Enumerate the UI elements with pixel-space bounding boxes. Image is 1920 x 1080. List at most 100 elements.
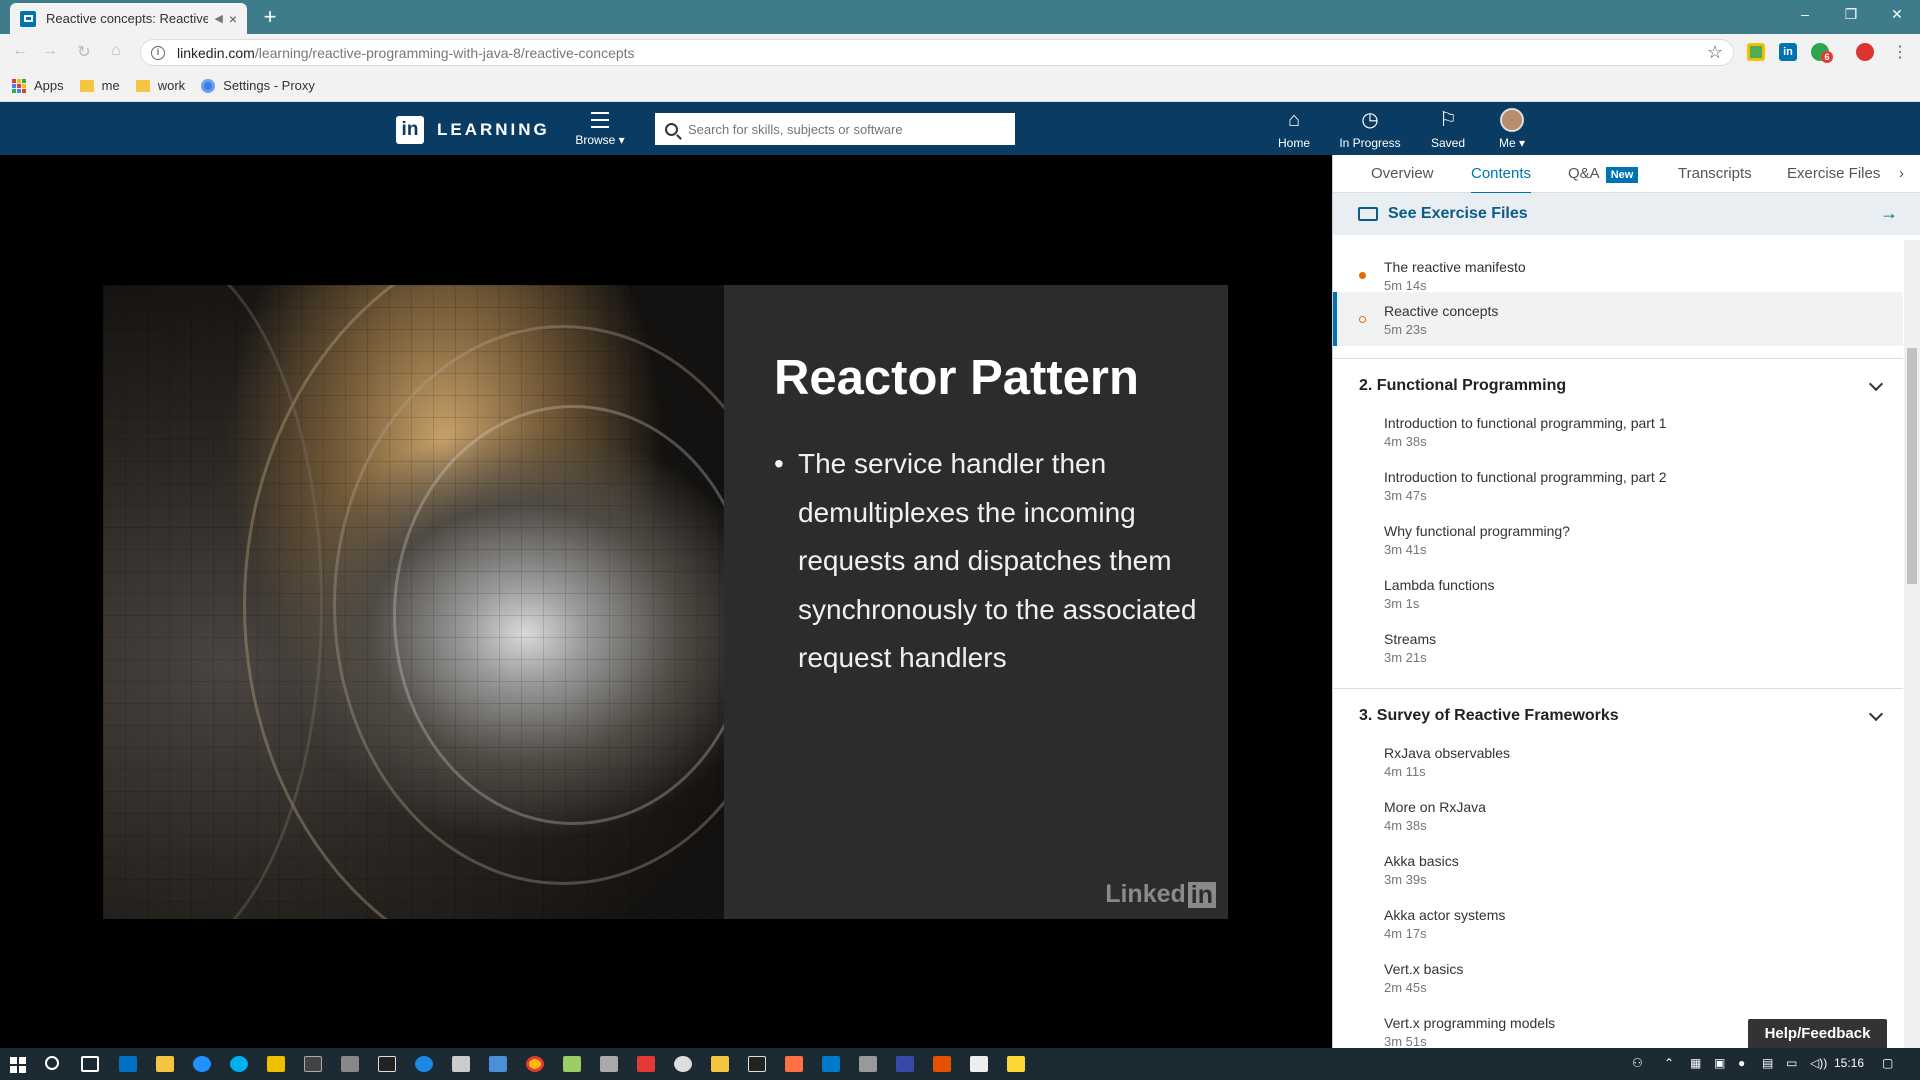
chevron-up-icon[interactable]: ⌃ — [1664, 1056, 1674, 1070]
action-center-icon[interactable]: ▢ — [1882, 1056, 1893, 1070]
app-icon[interactable] — [452, 1056, 470, 1072]
search-box[interactable] — [655, 113, 1015, 145]
nav-home[interactable]: ⌂ Home — [1272, 108, 1316, 150]
tab-qa[interactable]: Q&A New — [1568, 165, 1639, 192]
chevron-down-icon[interactable] — [1868, 376, 1884, 392]
lesson-item[interactable]: RxJava observables 4m 11s — [1333, 745, 1903, 779]
file-explorer-icon[interactable] — [156, 1056, 174, 1072]
app-icon[interactable] — [748, 1056, 766, 1072]
search-icon[interactable] — [45, 1056, 59, 1070]
notepad-icon[interactable] — [1007, 1056, 1025, 1072]
app-icon[interactable] — [637, 1056, 655, 1072]
git-icon[interactable] — [267, 1056, 285, 1072]
app-icon[interactable] — [489, 1056, 507, 1072]
reload-icon[interactable]: ↻ — [74, 42, 94, 62]
lesson-duration: 3m 21s — [1384, 650, 1427, 665]
bookmark-me[interactable]: me — [79, 78, 120, 93]
app-icon[interactable] — [785, 1056, 803, 1072]
nav-me[interactable]: Me ▾ — [1494, 108, 1530, 150]
intellij-icon[interactable] — [378, 1056, 396, 1072]
grammar-extension-icon[interactable]: 6 — [1811, 43, 1833, 63]
lesson-duration: 5m 23s — [1384, 322, 1427, 337]
lesson-item[interactable]: Akka actor systems 4m 17s — [1333, 907, 1903, 941]
linkedin-extension-icon[interactable]: in — [1779, 43, 1797, 61]
tab-audio-icon[interactable]: ◀ — [214, 12, 222, 25]
section-header[interactable]: 2. Functional Programming — [1333, 358, 1903, 408]
vscode-icon[interactable] — [822, 1056, 840, 1072]
tab-transcripts[interactable]: Transcripts — [1678, 165, 1752, 192]
site-info-icon[interactable]: i — [151, 45, 165, 60]
app-icon[interactable] — [600, 1056, 618, 1072]
new-tab-button[interactable]: + — [258, 5, 282, 29]
skype-tray-icon[interactable]: ● — [1738, 1056, 1745, 1070]
people-icon[interactable]: ⚇ — [1632, 1056, 1643, 1070]
bookmark-star-icon[interactable]: ☆ — [1707, 42, 1723, 63]
home-page-icon[interactable]: ⌂ — [106, 42, 126, 62]
tabs-scroll-right-icon[interactable]: › — [1899, 165, 1904, 192]
skype-icon[interactable] — [230, 1056, 248, 1072]
tab-contents[interactable]: Contents — [1471, 165, 1532, 195]
app-icon[interactable] — [415, 1056, 433, 1072]
minimize-button[interactable]: – — [1782, 0, 1828, 30]
bookmark-settings-proxy[interactable]: Settings - Proxy — [201, 78, 315, 93]
video-player[interactable]: Reactor Pattern The service handler then… — [0, 155, 1332, 1048]
sidebar-scrollbar[interactable] — [1904, 240, 1920, 1048]
nav-saved[interactable]: ⚐ Saved — [1428, 108, 1468, 150]
lesson-title: Introduction to functional programming, … — [1384, 415, 1667, 431]
network-icon[interactable]: ▭ — [1786, 1056, 1797, 1070]
terminal-icon[interactable] — [304, 1056, 322, 1072]
browse-menu-button[interactable]: Browse ▾ — [572, 112, 628, 147]
chevron-down-icon[interactable] — [1868, 706, 1884, 722]
volume-icon[interactable]: ◁)) — [1810, 1056, 1827, 1070]
search-input[interactable] — [688, 121, 988, 137]
taskbar-clock[interactable]: 15:16 — [1834, 1056, 1864, 1070]
tab-overview[interactable]: Overview — [1371, 165, 1434, 192]
tray-app-icon[interactable]: ▤ — [1762, 1056, 1773, 1070]
app-icon[interactable] — [674, 1056, 692, 1072]
lesson-item[interactable]: Lambda functions 3m 1s — [1333, 577, 1903, 611]
lesson-item[interactable]: Vert.x basics 2m 45s — [1333, 961, 1903, 995]
course-sidebar: Overview Contents Q&A New Transcripts Exe… — [1332, 155, 1920, 1048]
tab-close-icon[interactable]: × — [229, 11, 237, 27]
windows-start-icon[interactable] — [10, 1057, 26, 1073]
back-icon[interactable]: ← — [10, 42, 30, 62]
profile-extension-icon[interactable] — [1856, 43, 1874, 61]
nav-in-progress[interactable]: ◷ In Progress — [1338, 108, 1402, 150]
app-icon[interactable] — [933, 1056, 951, 1072]
restore-button[interactable]: ❐ — [1828, 0, 1874, 30]
app-icon[interactable] — [896, 1056, 914, 1072]
help-feedback-button[interactable]: Help/Feedback — [1748, 1019, 1887, 1049]
chrome-icon[interactable] — [526, 1056, 544, 1072]
app-icon[interactable] — [859, 1056, 877, 1072]
section-header[interactable]: 3. Survey of Reactive Frameworks — [1333, 688, 1903, 738]
app-icon[interactable] — [563, 1056, 581, 1072]
outlook-tray-icon[interactable]: ▣ — [1714, 1056, 1725, 1070]
see-exercise-files-link[interactable]: See Exercise Files → — [1333, 193, 1920, 235]
7zip-icon[interactable] — [970, 1056, 988, 1072]
tab-exercise-files[interactable]: Exercise Files — [1787, 165, 1880, 192]
close-window-button[interactable]: ✕ — [1874, 0, 1920, 30]
lesson-item[interactable]: Why functional programming? 3m 41s — [1333, 523, 1903, 557]
lesson-item[interactable]: More on RxJava 4m 38s — [1333, 799, 1903, 833]
lesson-duration: 3m 47s — [1384, 488, 1427, 503]
lesson-item-current[interactable]: Reactive concepts 5m 23s — [1333, 292, 1903, 346]
chrome-menu-icon[interactable]: ⋮ — [1890, 42, 1910, 62]
outlook-icon[interactable] — [119, 1056, 137, 1072]
scrollbar-thumb[interactable] — [1907, 348, 1917, 584]
tray-app-icon[interactable]: ▦ — [1690, 1056, 1701, 1070]
lesson-item[interactable]: Introduction to functional programming, … — [1333, 415, 1903, 449]
address-bar[interactable]: i linkedin.com /learning/reactive-progra… — [140, 39, 1734, 66]
app-icon[interactable] — [341, 1056, 359, 1072]
bookmark-work[interactable]: work — [135, 78, 185, 93]
lesson-item[interactable]: Streams 3m 21s — [1333, 631, 1903, 665]
bookmark-apps[interactable]: Apps — [12, 78, 64, 93]
lesson-item[interactable]: Introduction to functional programming, … — [1333, 469, 1903, 503]
internet-explorer-icon[interactable] — [193, 1056, 211, 1072]
chrome-extension-icon[interactable] — [1747, 43, 1765, 61]
linkedin-learning-logo[interactable]: in LEARNING — [396, 116, 550, 144]
lesson-item[interactable]: Akka basics 3m 39s — [1333, 853, 1903, 887]
forward-icon[interactable]: → — [40, 42, 60, 62]
task-view-icon[interactable] — [81, 1056, 99, 1072]
browser-tab[interactable]: Reactive concepts: Reactive P ◀ × — [10, 3, 247, 34]
sticky-notes-icon[interactable] — [711, 1056, 729, 1072]
